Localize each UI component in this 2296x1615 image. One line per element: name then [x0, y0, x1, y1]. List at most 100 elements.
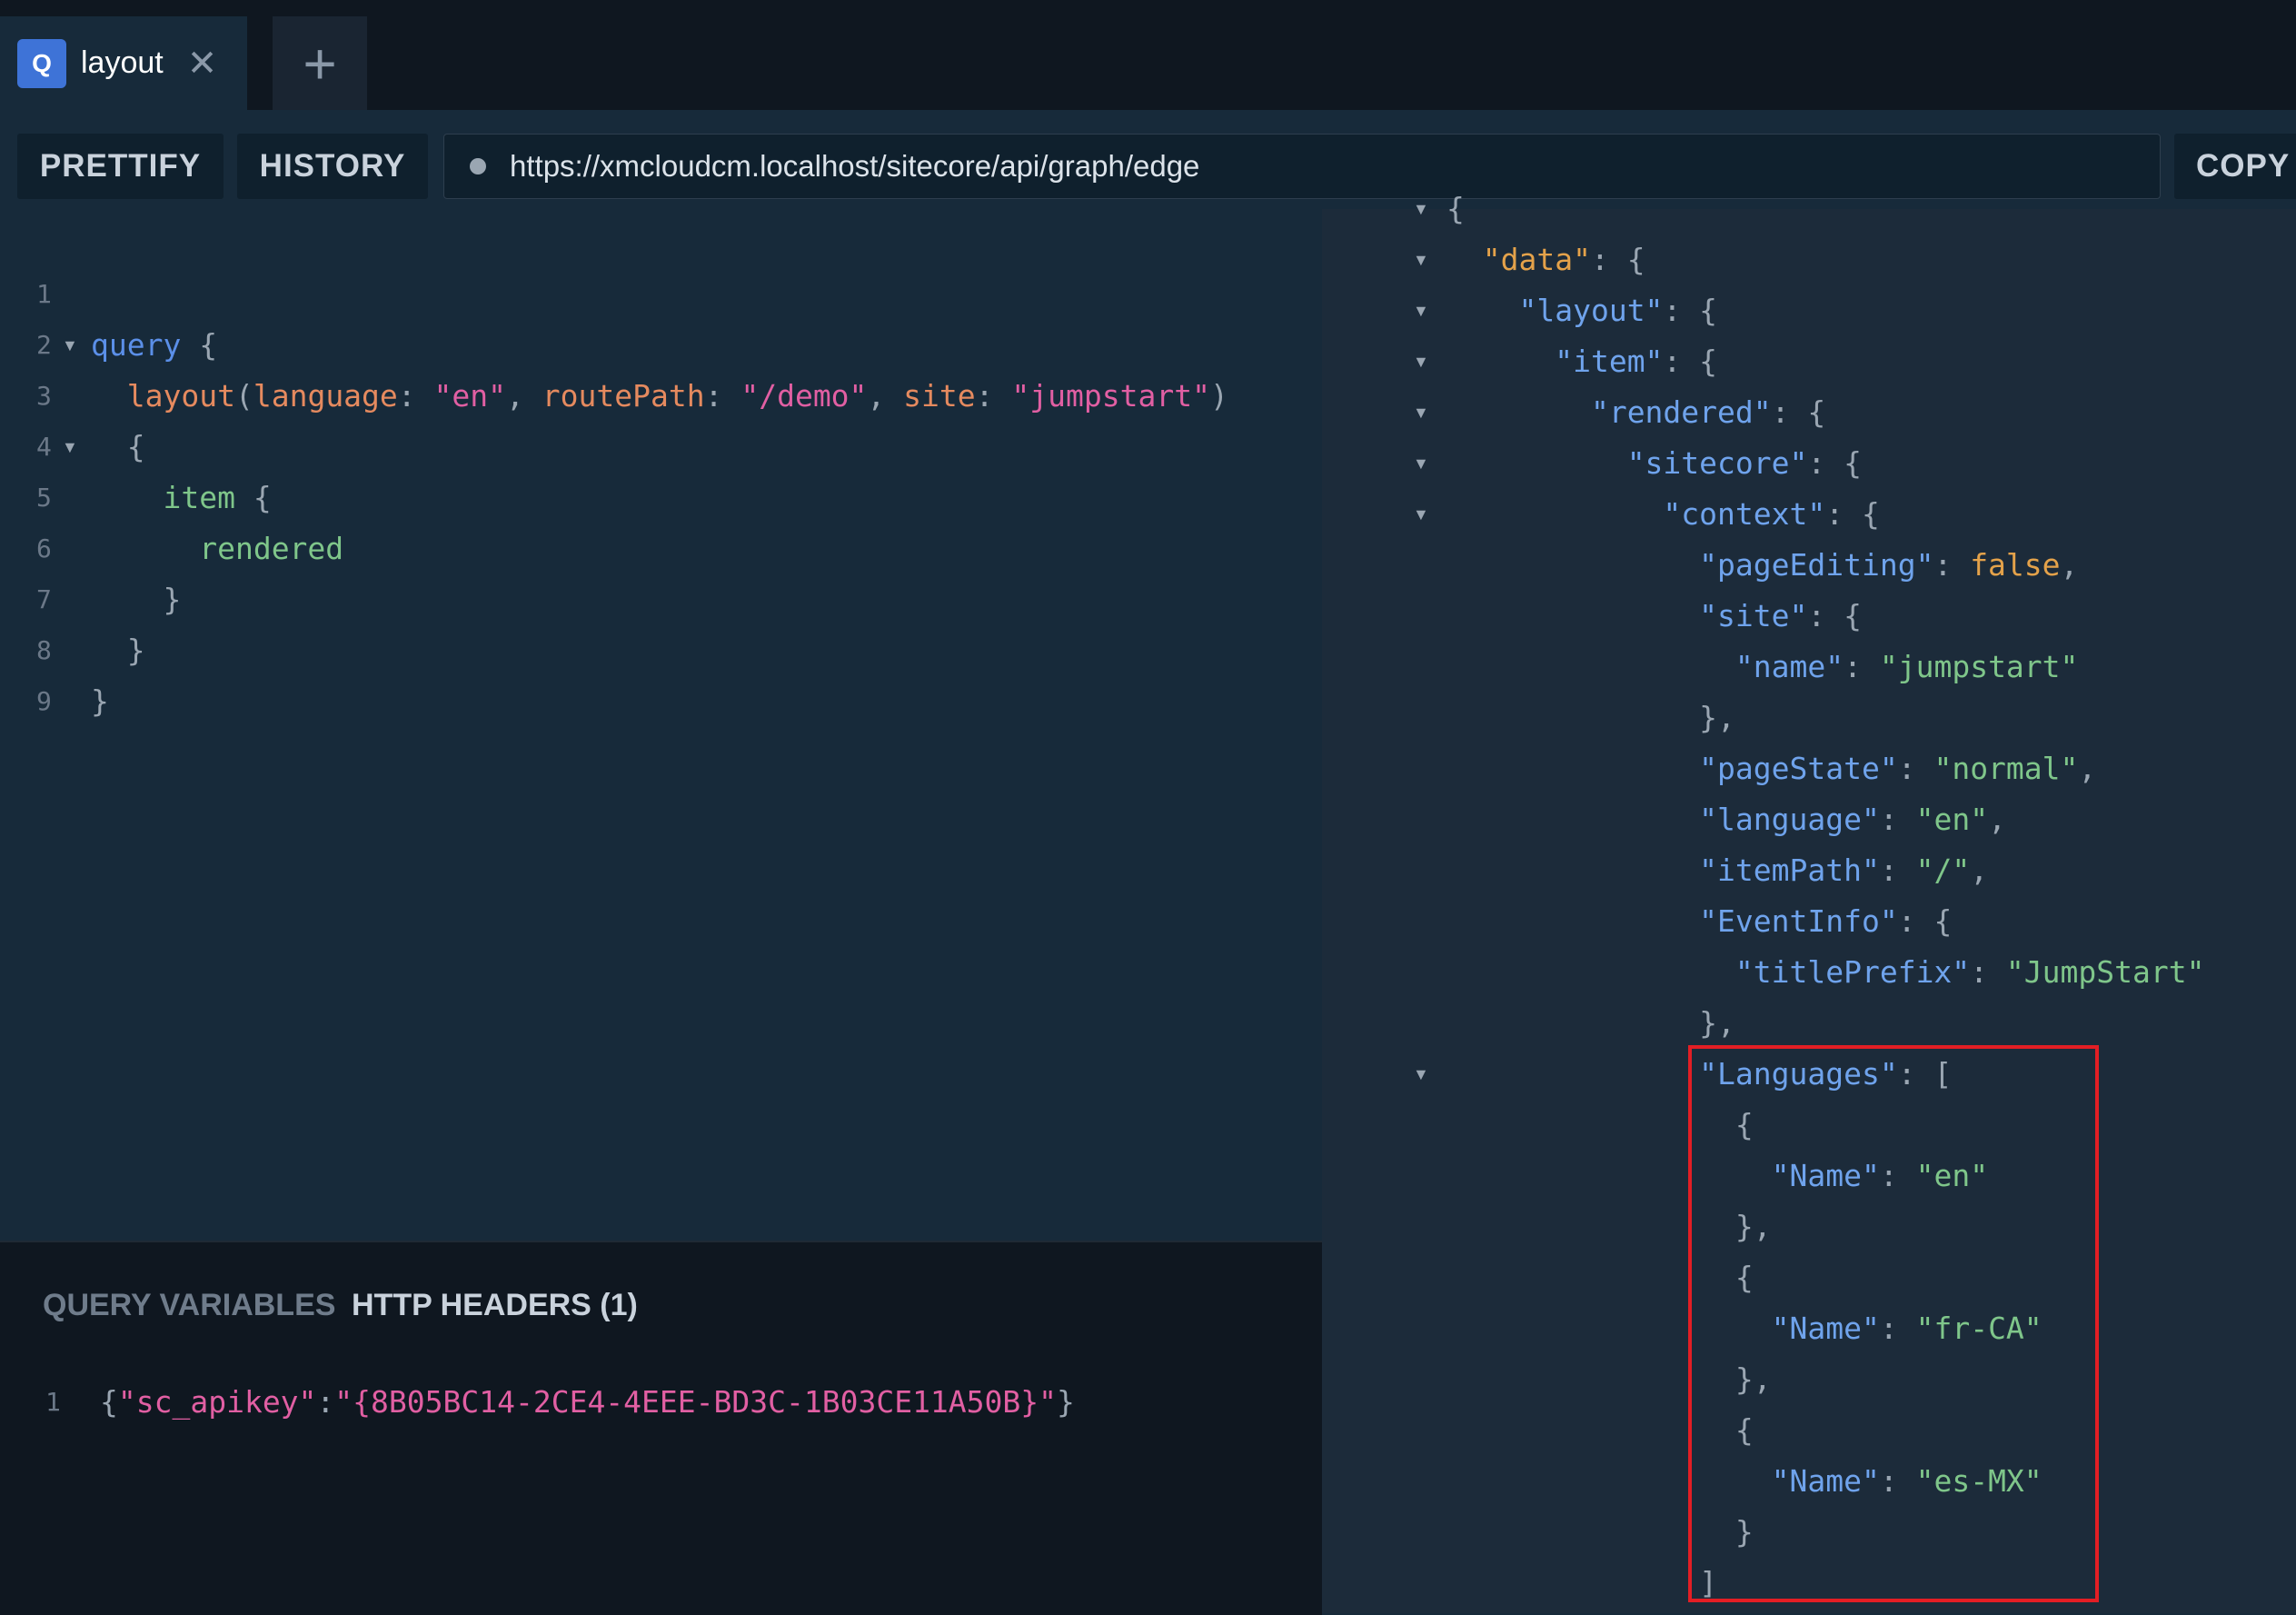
code-token: "item": [1555, 344, 1663, 379]
code-token: "data": [1483, 242, 1591, 277]
code-line[interactable]: }: [91, 625, 145, 676]
code-token: layout: [127, 378, 235, 414]
query-editor[interactable]: 12▼query {3 layout(language: "en", route…: [0, 225, 1322, 1241]
code-line[interactable]: query {: [91, 320, 217, 371]
code-token: :: [1970, 954, 2006, 990]
code-line[interactable]: }: [91, 574, 181, 625]
code-token: "sc_apikey": [118, 1384, 317, 1420]
code-line[interactable]: }: [91, 676, 109, 727]
code-token: language: [253, 378, 398, 414]
code-line[interactable]: rendered: [91, 523, 343, 574]
code-token: :: [1933, 547, 1970, 583]
code-token: "en": [434, 378, 506, 414]
code-token: {: [1446, 191, 1465, 226]
code-line[interactable]: item {: [91, 473, 272, 523]
code-token: [1446, 649, 1735, 684]
code-token: ,: [867, 378, 903, 414]
prettify-button[interactable]: PRETTIFY: [17, 134, 224, 199]
line-number: 6: [36, 523, 52, 574]
code-token: [1446, 496, 1663, 532]
code-token: {: [181, 327, 217, 363]
json-line: "data": {: [1446, 234, 1645, 285]
fold-arrow-icon[interactable]: ▼: [1413, 387, 1429, 438]
code-token: :: [1880, 852, 1916, 888]
line-number: 2: [36, 320, 52, 371]
code-token: "rendered": [1591, 394, 1772, 430]
code-token: "normal": [1933, 751, 2078, 786]
json-line: "item": {: [1446, 336, 1717, 387]
new-tab-plus-icon[interactable]: +: [273, 16, 367, 110]
code-token: site: [903, 378, 975, 414]
code-line[interactable]: {"sc_apikey":"{8B05BC14-2CE4-4EEE-BD3C-1…: [100, 1377, 1075, 1428]
code-token: [1446, 852, 1699, 888]
code-token: "/demo": [740, 378, 867, 414]
endpoint-url-text: https://xmcloudcm.localhost/sitecore/api…: [510, 149, 1199, 184]
status-dot-icon: [470, 158, 486, 174]
line-number: 4: [36, 422, 52, 473]
history-button[interactable]: HISTORY: [237, 134, 428, 199]
code-token: [1446, 598, 1699, 633]
code-token: [1446, 1056, 1699, 1092]
code-line[interactable]: {: [91, 422, 145, 473]
code-token: "name": [1735, 649, 1844, 684]
code-token: query: [91, 327, 181, 363]
code-token: },: [1446, 1005, 1735, 1041]
variables-panel: QUERY VARIABLES HTTP HEADERS (1) 1{"sc_a…: [0, 1241, 1322, 1615]
fold-arrow-icon[interactable]: ▼: [1413, 336, 1429, 387]
code-token: : {: [1591, 242, 1645, 277]
fold-arrow-icon[interactable]: ▼: [1413, 438, 1429, 489]
code-token: [1446, 547, 1699, 583]
code-token: [91, 378, 127, 414]
code-token: "pageEditing": [1699, 547, 1933, 583]
tab-http-headers[interactable]: HTTP HEADERS (1): [352, 1288, 638, 1323]
code-token: false: [1970, 547, 2060, 583]
code-token: :: [1844, 649, 1880, 684]
json-line: "context": {: [1446, 489, 1880, 540]
fold-arrow-icon[interactable]: ▼: [1413, 184, 1429, 234]
code-token: "jumpstart": [1011, 378, 1210, 414]
code-token: [1446, 344, 1555, 379]
json-line: "itemPath": "/",: [1446, 845, 1988, 896]
code-token: {: [91, 429, 145, 464]
fold-arrow-icon[interactable]: ▼: [1413, 489, 1429, 540]
code-token: ]: [1446, 1565, 1717, 1600]
fold-arrow-icon[interactable]: ▼: [62, 320, 78, 371]
code-token: :: [1880, 802, 1916, 837]
code-token: },: [1446, 700, 1735, 735]
fold-arrow-icon[interactable]: ▼: [1413, 234, 1429, 285]
code-token: [1446, 954, 1735, 990]
json-line: "rendered": {: [1446, 387, 1825, 438]
line-number: 1: [36, 269, 52, 320]
code-token: "language": [1699, 802, 1880, 837]
tab-query-variables[interactable]: QUERY VARIABLES: [43, 1288, 335, 1323]
copy-curl-button[interactable]: COPY: [2174, 134, 2296, 199]
fold-arrow-icon[interactable]: ▼: [1413, 1049, 1429, 1100]
json-line: "titlePrefix": "JumpStart": [1446, 947, 2204, 998]
code-token: }: [91, 683, 109, 719]
close-icon[interactable]: ✕: [187, 45, 218, 82]
code-token: ,: [1970, 852, 1988, 888]
code-token: "JumpStart": [2006, 954, 2205, 990]
endpoint-url-input[interactable]: https://xmcloudcm.localhost/sitecore/api…: [443, 134, 2161, 199]
code-token: "{8B05BC14-2CE4-4EEE-BD3C-1B03CE11A50B}": [334, 1384, 1057, 1420]
tab-layout[interactable]: Q layout ✕: [0, 16, 247, 110]
code-token: }: [91, 633, 145, 668]
code-token: [1446, 751, 1699, 786]
code-token: (: [235, 378, 253, 414]
json-line: "language": "en",: [1446, 794, 2006, 845]
code-token: [1446, 802, 1699, 837]
line-number: 3: [36, 371, 52, 422]
languages-highlight-box: [1688, 1045, 2099, 1602]
fold-arrow-icon[interactable]: ▼: [62, 422, 78, 473]
code-token: "jumpstart": [1880, 649, 2079, 684]
code-token: : {: [1663, 293, 1717, 328]
code-token: :: [1898, 751, 1934, 786]
fold-arrow-icon[interactable]: ▼: [1413, 285, 1429, 336]
code-token: :: [705, 378, 741, 414]
code-token: :: [976, 378, 1012, 414]
line-number: 7: [36, 574, 52, 625]
json-line: "sitecore": {: [1446, 438, 1862, 489]
code-token: "en": [1916, 802, 1988, 837]
code-line[interactable]: layout(language: "en", routePath: "/demo…: [91, 371, 1228, 422]
json-line: },: [1446, 693, 1735, 743]
